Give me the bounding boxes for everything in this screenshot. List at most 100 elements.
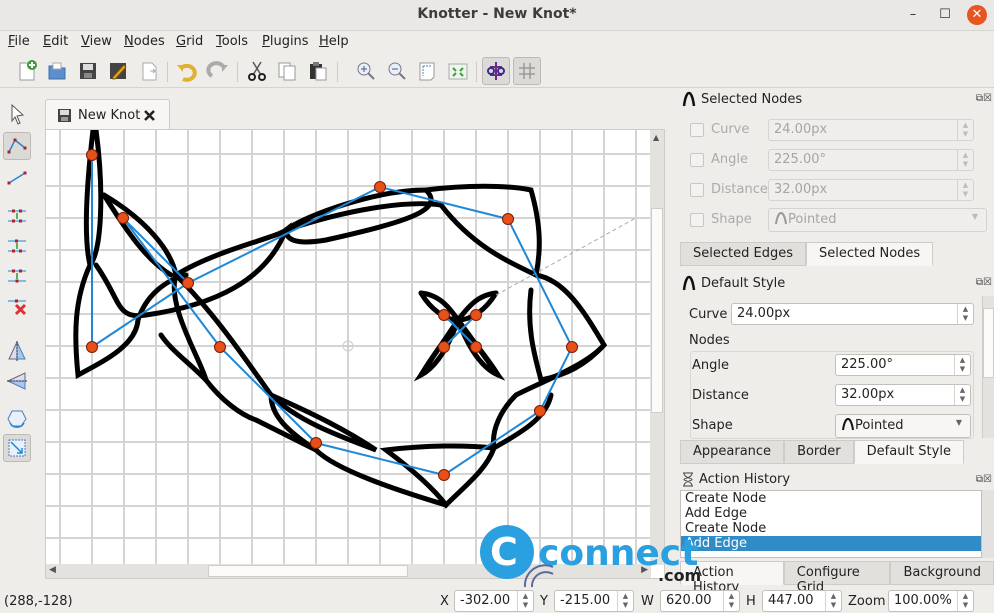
graph-node[interactable] — [438, 469, 450, 481]
history-item[interactable]: Create Node — [681, 491, 981, 506]
paste-button[interactable] — [304, 57, 332, 85]
menu-help[interactable]: Help — [319, 34, 349, 49]
tab-default-style[interactable]: Default Style — [853, 440, 964, 464]
knot-drawing[interactable] — [46, 130, 651, 565]
graph-node[interactable] — [438, 341, 450, 353]
curve-checkbox[interactable] — [690, 122, 704, 137]
save-button[interactable] — [74, 57, 102, 85]
zoom-field[interactable]: 100.00% ▲ ▼ — [888, 590, 974, 612]
y-field[interactable]: -215.00 ▲ ▼ — [554, 590, 634, 612]
open-file-button[interactable] — [43, 57, 71, 85]
tab-action-history[interactable]: Action History — [680, 561, 784, 595]
knot-canvas[interactable] — [46, 130, 651, 565]
copy-button[interactable] — [273, 57, 301, 85]
cut-button[interactable] — [243, 57, 271, 85]
tab-selected-edges[interactable]: Selected Edges — [680, 242, 806, 266]
tab-background[interactable]: Background — [890, 561, 994, 585]
tab-selected-nodes[interactable]: Selected Nodes — [805, 242, 934, 266]
menu-view[interactable]: View — [81, 34, 112, 49]
insert-node-tool[interactable] — [3, 202, 31, 230]
tab-border[interactable]: Border — [784, 440, 854, 464]
graph-node[interactable] — [310, 437, 322, 449]
distance-field[interactable]: 32.00px ▲ ▼ — [768, 179, 974, 201]
style-scroll-thumb[interactable] — [983, 308, 994, 378]
scroll-up-arrow[interactable]: ▲ — [653, 133, 659, 142]
dock-float-close-buttons[interactable]: ⧉☒ — [976, 474, 992, 485]
vertical-scrollbar[interactable]: ▲ — [650, 130, 664, 565]
export-button[interactable] — [135, 57, 163, 85]
fit-view-button[interactable] — [444, 57, 472, 85]
x-field[interactable]: -302.00 ▲ ▼ — [454, 590, 534, 612]
default-angle-field[interactable]: 225.00° ▲ ▼ — [835, 354, 971, 376]
grid-toggle[interactable] — [513, 57, 541, 85]
default-shape-select[interactable]: Pointed ▼ — [835, 414, 971, 438]
redo-button[interactable] — [204, 57, 232, 85]
select-tool[interactable] — [3, 100, 31, 128]
distance-checkbox[interactable] — [690, 182, 704, 197]
horizontal-scrollbar[interactable]: ◀ ▶ — [46, 564, 651, 578]
graph-node[interactable] — [534, 405, 546, 417]
style-scrollbar[interactable] — [982, 296, 994, 438]
history-scrollbar[interactable] — [982, 490, 994, 558]
close-button[interactable]: ✕ — [967, 5, 987, 25]
menu-plugins[interactable]: Plugins — [262, 34, 309, 49]
graph-node[interactable] — [374, 181, 386, 193]
flip-vertical-tool[interactable] — [3, 367, 31, 395]
new-file-button[interactable] — [13, 57, 41, 85]
flip-horizontal-tool[interactable] — [3, 337, 31, 365]
rotate-tool[interactable] — [3, 404, 31, 432]
close-tab-icon[interactable] — [143, 109, 156, 122]
graph-node[interactable] — [470, 341, 482, 353]
edit-graph-tool[interactable] — [3, 132, 31, 160]
tab-appearance[interactable]: Appearance — [680, 440, 785, 464]
merge-nodes-tool[interactable] — [3, 262, 31, 290]
default-curve-field[interactable]: 24.00px ▲ ▼ — [731, 303, 974, 325]
link-nodes-tool[interactable] — [3, 232, 31, 260]
dock-float-close-buttons[interactable]: ⧉☒ — [976, 93, 992, 104]
graph-node[interactable] — [86, 341, 98, 353]
angle-checkbox[interactable] — [690, 152, 704, 167]
menu-edit[interactable]: Edit — [43, 34, 68, 49]
graph-node[interactable] — [182, 277, 194, 289]
graph-node[interactable] — [117, 212, 129, 224]
history-item[interactable]: Create Node — [681, 521, 981, 536]
w-field[interactable]: 620.00 ▲ ▼ — [660, 590, 740, 612]
graph-node[interactable] — [566, 341, 578, 353]
delete-node-tool[interactable] — [3, 292, 31, 320]
undo-button[interactable] — [173, 57, 201, 85]
default-distance-field[interactable]: 32.00px ▲ ▼ — [835, 384, 971, 406]
horizontal-scroll-thumb[interactable] — [208, 565, 408, 577]
h-field[interactable]: 447.00 ▲ ▼ — [762, 590, 842, 612]
save-as-button[interactable] — [104, 57, 132, 85]
scale-tool[interactable] — [3, 434, 31, 462]
graph-node[interactable] — [470, 309, 482, 321]
zoom-in-button[interactable] — [352, 57, 380, 85]
edge-display-toggle[interactable] — [482, 57, 510, 85]
tab-configure-grid[interactable]: Configure Grid — [783, 561, 891, 595]
angle-field[interactable]: 225.00° ▲ ▼ — [768, 149, 974, 171]
graph-node[interactable] — [214, 341, 226, 353]
document-tab[interactable]: New Knot — [45, 99, 170, 131]
history-item-selected[interactable]: Add Edge — [681, 536, 981, 551]
action-history-list[interactable]: Create Node Add Edge Create Node Add Edg… — [680, 490, 982, 558]
graph-node[interactable] — [502, 213, 514, 225]
history-item[interactable]: Add Edge — [681, 506, 981, 521]
menu-grid[interactable]: Grid — [176, 34, 203, 49]
scroll-right-arrow[interactable]: ▶ — [641, 565, 648, 575]
edge-chain-tool[interactable] — [3, 164, 31, 192]
vertical-scroll-thumb[interactable] — [651, 208, 663, 413]
graph-node[interactable] — [86, 149, 98, 161]
minimize-button[interactable]: – — [903, 5, 923, 25]
graph-node[interactable] — [438, 309, 450, 321]
page-size-button[interactable] — [413, 57, 441, 85]
dock-float-close-buttons[interactable]: ⧉☒ — [976, 277, 992, 288]
maximize-button[interactable]: ☐ — [935, 5, 955, 25]
curve-field[interactable]: 24.00px ▲ ▼ — [768, 119, 974, 141]
menu-nodes[interactable]: Nodes — [124, 34, 165, 49]
shape-checkbox[interactable] — [690, 212, 704, 227]
menu-tools[interactable]: Tools — [216, 34, 248, 49]
zoom-out-button[interactable] — [383, 57, 411, 85]
scroll-left-arrow[interactable]: ◀ — [49, 565, 56, 575]
shape-select[interactable]: Pointed ▼ — [768, 208, 987, 232]
menu-file[interactable]: File — [8, 34, 30, 49]
